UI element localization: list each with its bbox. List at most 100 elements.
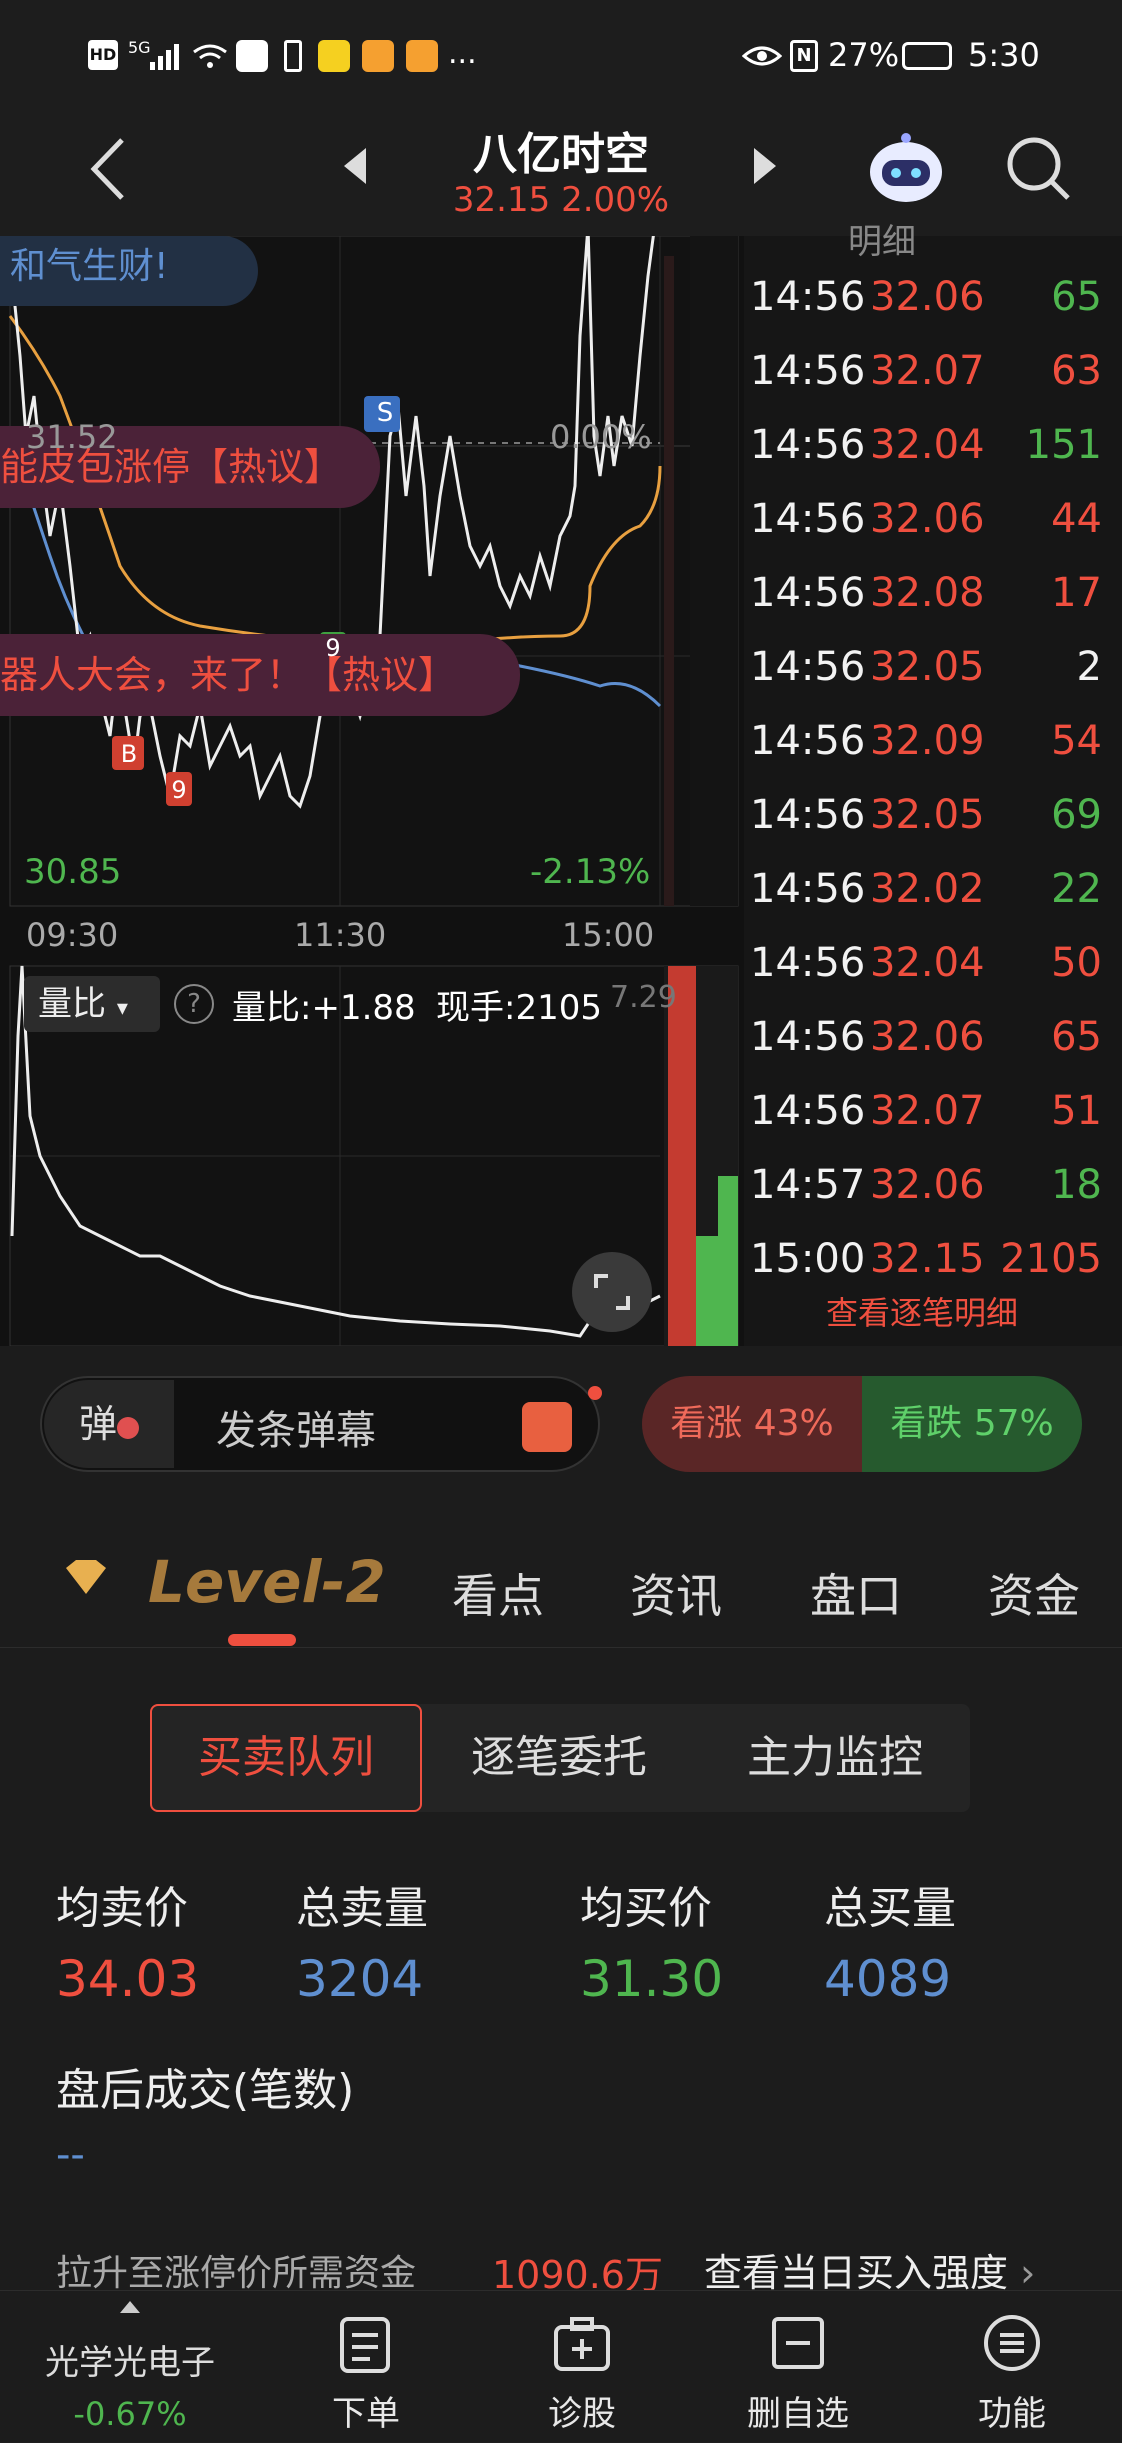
- nav-remove-watchlist-label: 删自选: [747, 2394, 849, 2434]
- tab-funds[interactable]: 资金: [988, 1560, 1080, 1626]
- help-icon[interactable]: ?: [174, 984, 214, 1024]
- gift-icon[interactable]: [522, 1402, 572, 1452]
- trade-price: 32.09: [870, 718, 985, 764]
- avg-buy-value: 31.30: [580, 1950, 724, 2008]
- eye-icon: [742, 46, 782, 66]
- trade-price: 32.06: [870, 274, 985, 320]
- tab-bar: Level-2 看点 资讯 盘口 资金: [0, 1510, 1122, 1648]
- trade-volume: 18: [1051, 1162, 1102, 1208]
- tab-kandian[interactable]: 看点: [452, 1560, 544, 1626]
- notification-icon: [236, 40, 268, 72]
- trade-volume: 2105: [1000, 1236, 1102, 1282]
- current-hand: 现手:2105: [436, 988, 602, 1028]
- total-buy-value: 4089: [824, 1950, 952, 2008]
- back-icon[interactable]: [86, 134, 130, 204]
- time-open: 09:30: [26, 916, 119, 954]
- trade-volume: 63: [1051, 348, 1102, 394]
- chart-area: 和气生财! 能皮包涨停【热议】 器人大会，来了！【热议】 31.52 0.00%…: [0, 222, 1122, 1346]
- trade-row: 14:56 32.06 65: [750, 1000, 1102, 1074]
- menu-circle-icon: [984, 2315, 1040, 2371]
- trade-price: 32.06: [870, 1014, 985, 1060]
- subtab-orders[interactable]: 逐笔委托: [428, 1704, 690, 1812]
- trade-price: 32.07: [870, 348, 985, 394]
- sell-marker-label: S: [376, 398, 394, 428]
- trade-price: 32.05: [870, 644, 985, 690]
- trade-time: 14:56: [750, 274, 866, 320]
- time-mid: 11:30: [294, 916, 387, 954]
- trade-volume: 54: [1051, 718, 1102, 764]
- trade-row: 14:56 32.06 65: [750, 260, 1102, 334]
- chevron-right-icon: ›: [1008, 2251, 1036, 2295]
- subtab-queue[interactable]: 买卖队列: [150, 1704, 422, 1812]
- hd-icon: HD: [88, 40, 118, 70]
- nav-diagnose[interactable]: 诊股: [502, 2291, 662, 2443]
- indicator-right-value: 7.29: [610, 980, 677, 1015]
- caret-up-icon[interactable]: [118, 2299, 142, 2315]
- trade-time: 14:56: [750, 940, 866, 986]
- medical-kit-icon: [554, 2317, 610, 2371]
- related-stock-name[interactable]: 光学光电子: [0, 2335, 260, 2384]
- trade-time: 14:56: [750, 792, 866, 838]
- trade-volume: 50: [1051, 940, 1102, 986]
- marker-9-green-label: 9: [325, 634, 341, 662]
- indicator-selector[interactable]: 量比 ▾: [24, 976, 160, 1032]
- trade-volume: 65: [1051, 274, 1102, 320]
- trade-price: 32.06: [870, 496, 985, 542]
- bottom-nav: 光学光电子 -0.67% 下单 诊股 删自选 功能: [0, 2290, 1122, 2442]
- buy-strength-link[interactable]: 查看当日买入强度 ›: [704, 2242, 1035, 2297]
- after-hours-label: 盘后成交(笔数): [56, 2065, 355, 2116]
- app-icon: [362, 40, 394, 72]
- view-all-trades-link[interactable]: 查看逐笔明细: [744, 1288, 1100, 1334]
- limit-up-label: 拉升至涨停价所需资金: [56, 2253, 417, 2294]
- bull-vote-button[interactable]: 看涨 43%: [642, 1376, 862, 1472]
- tab-orderbook[interactable]: 盘口: [810, 1560, 902, 1626]
- stock-header: 八亿时空 32.15 2.00%: [0, 118, 1122, 236]
- chevron-down-icon: ▾: [116, 996, 128, 1021]
- tab-level2[interactable]: Level-2: [148, 1548, 386, 1616]
- bear-vote-button[interactable]: 看跌 57%: [862, 1376, 1082, 1472]
- check-icon: [117, 1417, 139, 1439]
- danmu-placeholder[interactable]: 发条弹幕: [216, 1398, 376, 1456]
- stock-change: 2.00%: [561, 180, 670, 220]
- indicator-label: 量比: [38, 984, 106, 1024]
- trade-volume: 44: [1051, 496, 1102, 542]
- subtab-monitor[interactable]: 主力监控: [700, 1704, 970, 1812]
- search-icon[interactable]: [1004, 134, 1074, 204]
- banner-bot[interactable]: 器人大会，来了！【热议】: [0, 634, 520, 716]
- buy-strength-label: 查看当日买入强度: [704, 2251, 1009, 2295]
- trade-time: 14:56: [750, 644, 866, 690]
- trade-volume: 151: [1025, 422, 1102, 468]
- nav-diagnose-label: 诊股: [548, 2394, 616, 2434]
- tab-indicator: [228, 1634, 296, 1646]
- trade-time: 14:56: [750, 570, 866, 616]
- danmu-toggle[interactable]: 弹: [44, 1380, 174, 1468]
- prev-stock-icon[interactable]: [340, 144, 370, 188]
- tab-news[interactable]: 资讯: [630, 1560, 722, 1626]
- nav-functions[interactable]: 功能: [932, 2291, 1092, 2443]
- trade-row: 14:57 32.06 18: [750, 1148, 1102, 1222]
- nav-remove-watchlist[interactable]: 删自选: [718, 2291, 878, 2443]
- trade-price: 32.06: [870, 1162, 985, 1208]
- robot-assistant-icon[interactable]: [866, 130, 946, 210]
- trade-price: 32.05: [870, 792, 985, 838]
- ref-price: 31.52: [26, 418, 118, 456]
- notification-dot: [588, 1386, 602, 1400]
- document-icon: [340, 2317, 390, 2373]
- nav-functions-label: 功能: [978, 2394, 1046, 2434]
- trade-volume: 69: [1051, 792, 1102, 838]
- avg-sell-label: 均卖价: [56, 1883, 188, 1934]
- related-stock-change: -0.67%: [73, 2395, 187, 2433]
- fullscreen-icon[interactable]: [572, 1252, 652, 1332]
- nav-order-label: 下单: [332, 2394, 400, 2434]
- banner-top[interactable]: 和气生财!: [0, 236, 258, 306]
- trade-time: 14:56: [750, 866, 866, 912]
- nav-order[interactable]: 下单: [286, 2291, 446, 2443]
- nfc-icon: N: [790, 40, 818, 72]
- app-icon: [318, 40, 350, 72]
- trade-volume: 65: [1051, 1014, 1102, 1060]
- buy-marker-label: B: [120, 740, 138, 768]
- avg-buy-label: 均买价: [580, 1883, 712, 1934]
- trade-price: 32.15: [870, 1236, 985, 1282]
- next-stock-icon[interactable]: [750, 144, 780, 188]
- trade-row: 15:00 32.15 2105: [750, 1222, 1102, 1296]
